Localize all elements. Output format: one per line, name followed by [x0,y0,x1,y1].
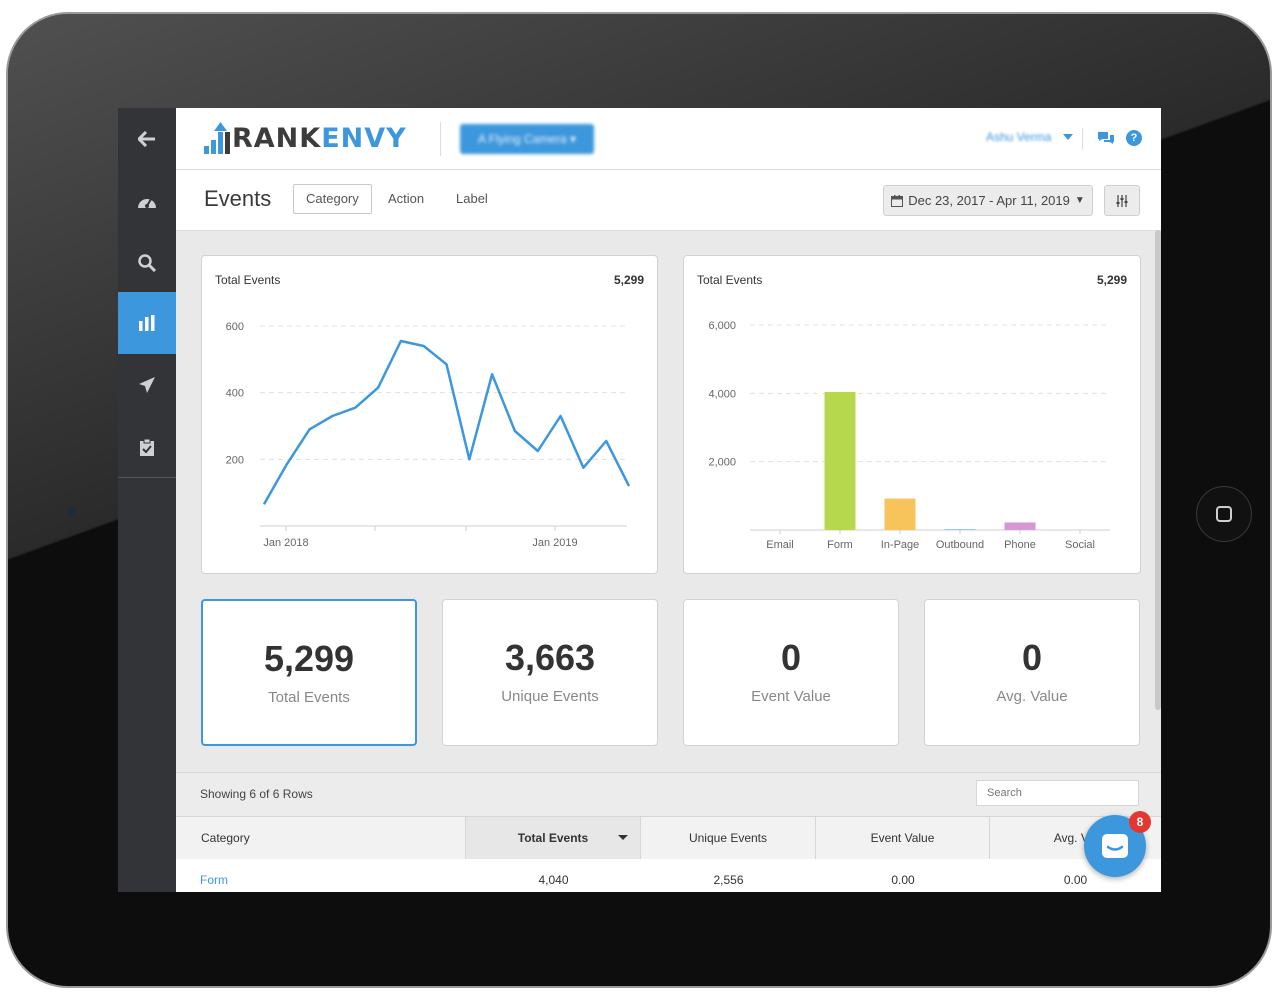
row-unique-events: 2,556 [713,873,744,887]
sidebar-item-back[interactable] [118,108,176,170]
top-bar: RANKENVY A Flying Camera ▾ Ashu Verma ? [176,108,1161,170]
row-category-link[interactable]: Form [200,873,228,887]
stat-label: Unique Events [501,688,599,705]
series-line [262,339,631,505]
x-tick-label: Social [1065,539,1095,551]
row-event-value: 0.00 [891,873,915,887]
column-header-unique-events[interactable]: Unique Events [641,817,816,859]
line-chart: 200 400 600 Jan 2018 Jan 2019 [226,321,631,549]
x-tick-label: Phone [1004,539,1036,551]
bar-chart-icon [139,315,155,331]
x-tick-label: In-Page [881,539,920,551]
rankenvy-logo[interactable]: RANKENVY [204,122,407,154]
sub-header: Events Category Action Label Dec 23, 201… [176,170,1161,231]
stat-card-total-events[interactable]: 5,299 Total Events [201,599,417,746]
sidebar-item-search[interactable] [118,232,176,294]
x-tick-label: Email [766,539,794,551]
camera-dot [68,508,76,516]
bar-in-page [884,498,916,530]
row-avg-value: 0.00 [1063,873,1088,887]
stat-label: Avg. Value [996,688,1068,705]
sidebar-item-dashboard[interactable] [118,170,176,232]
chat-icon [1102,834,1128,858]
home-button[interactable] [1196,486,1252,542]
clipboard-check-icon [140,438,154,456]
y-tick-label: 200 [226,454,244,466]
y-tick-label: 400 [226,388,244,400]
tab-label[interactable]: Label [444,184,500,214]
account-dropdown-button[interactable]: A Flying Camera ▾ [460,124,594,154]
stat-value: 5,299 [263,638,355,679]
stat-label: Event Value [751,688,831,705]
sliders-icon [1116,194,1128,207]
sidebar-item-campaigns[interactable] [118,354,176,416]
column-header-category[interactable]: Category [176,817,466,859]
date-range-text: Dec 23, 2017 - Apr 11, 2019 [908,193,1070,208]
rows-count-text: Showing 6 of 6 Rows [200,787,313,801]
table-toolbar: Showing 6 of 6 Rows [176,772,1161,817]
y-tick-label: 2,000 [708,457,736,469]
y-tick-label: 6,000 [708,320,736,332]
top-divider-2 [1082,128,1083,150]
date-chevron-down-icon: ▼ [1074,195,1085,206]
table-search-input[interactable] [976,780,1139,806]
main-area: RANKENVY A Flying Camera ▾ Ashu Verma ? … [176,108,1161,892]
sort-desc-icon [618,835,628,840]
logo-rank: RANK [232,123,322,154]
tab-category[interactable]: Category [293,184,372,214]
column-header-total-events[interactable]: Total Events [466,817,641,859]
logo-envy: ENVY [321,123,407,154]
dashboard-icon [138,198,156,208]
top-divider [440,122,441,156]
comments-icon[interactable] [1097,130,1115,151]
scrollbar[interactable] [1155,230,1161,710]
help-icon[interactable]: ? [1126,130,1142,146]
column-header-event-value[interactable]: Event Value [816,817,990,859]
logo-bars-icon [204,122,230,154]
x-tick-label: Form [827,539,853,551]
stat-card-event-value[interactable]: 0 Event Value [683,599,899,746]
page-title: Events [204,186,272,211]
stat-value: 0 [780,637,802,678]
chevron-down-icon: ▾ [570,132,577,146]
table-header: Category Total Events Unique Events Even… [176,816,1161,860]
chat-unread-badge: 8 [1129,811,1151,833]
account-label: A Flying Camera [477,132,567,146]
y-tick-label: 4,000 [708,388,736,400]
bar-chart-card: Total Events 5,299 2,000 4,000 6,000 Email… [683,255,1141,574]
x-tick-label: Jan 2019 [532,537,577,549]
sidebar-item-tasks[interactable] [118,416,176,478]
row-total-events: 4,040 [538,873,569,887]
stat-value: 0 [1021,637,1043,678]
bar-chart: 2,000 4,000 6,000 Email Form In-Page Outbound… [708,320,1110,551]
sidebar [118,108,176,892]
arrow-left-icon [138,131,155,147]
date-range-picker[interactable]: Dec 23, 2017 - Apr 11, 2019 ▼ [883,185,1093,216]
filter-settings-button[interactable] [1104,185,1140,216]
bar-phone [1004,522,1036,530]
stat-card-unique-events[interactable]: 3,663 Unique Events [442,599,658,746]
table-row: Form 4,040 2,556 0.00 0.00 [176,859,1161,892]
stat-label: Total Events [268,689,350,706]
y-tick-label: 600 [226,321,244,333]
logo-text: RANKENVY [232,124,407,154]
calendar-icon [891,194,904,207]
tab-action[interactable]: Action [376,184,436,214]
search-icon [138,254,156,272]
sidebar-divider [118,477,176,478]
column-label: Total Events [517,831,589,845]
bar-outbound [944,528,976,530]
app-screen: RANKENVY A Flying Camera ▾ Ashu Verma ? … [118,108,1161,892]
home-square-icon [1216,506,1232,522]
x-tick-label: Jan 2018 [263,537,308,549]
line-chart-card: Total Events 5,299 200 400 600 Jan 2018 Ja… [201,255,658,574]
paper-plane-icon [139,377,155,393]
stat-card-avg-value[interactable]: 0 Avg. Value [924,599,1140,746]
stat-value: 3,663 [504,637,596,678]
sidebar-item-analytics[interactable] [118,292,176,354]
user-chevron-down-icon[interactable] [1063,134,1073,140]
bar-form [824,391,856,530]
user-menu[interactable]: Ashu Verma [986,130,1051,144]
x-tick-label: Outbound [936,539,984,551]
